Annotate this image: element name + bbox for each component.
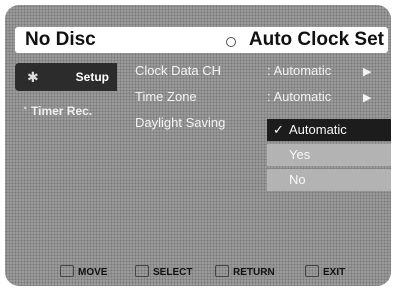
dropdown-option-yes[interactable]: Yes xyxy=(267,144,391,166)
hint-return: RETURN xyxy=(215,265,275,278)
hint-move: MOVE xyxy=(60,265,107,278)
setting-label-time-zone[interactable]: Time Zone xyxy=(135,89,197,104)
setting-value-clock-data-ch[interactable]: : Automatic xyxy=(267,63,331,78)
disc-status: No Disc xyxy=(25,29,96,50)
select-icon xyxy=(135,265,149,277)
setting-label-daylight-saving[interactable]: Daylight Saving xyxy=(135,115,225,130)
gear-icon: ✱ xyxy=(27,69,39,85)
title-bar: No Disc Auto Clock Set xyxy=(15,27,388,53)
page-title: Auto Clock Set xyxy=(248,29,384,50)
setting-label-clock-data-ch[interactable]: Clock Data CH xyxy=(135,63,221,78)
sidebar-item-label: Setup xyxy=(75,70,109,84)
return-icon xyxy=(215,265,229,277)
dropdown-option-no[interactable]: No xyxy=(267,169,391,191)
check-icon: ✓ xyxy=(273,122,284,137)
exit-icon xyxy=(305,265,319,277)
chevron-right-icon: ▶ xyxy=(363,66,372,78)
sidebar-item-setup[interactable]: ✱ Setup xyxy=(15,63,117,91)
button-hint-bar: MOVE SELECT RETURN EXIT xyxy=(35,260,375,280)
timer-icon: ◔ xyxy=(21,103,28,115)
move-icon xyxy=(60,265,74,277)
chevron-right-icon: ▶ xyxy=(363,92,372,104)
hint-select: SELECT xyxy=(135,265,192,278)
menu-screen: No Disc Auto Clock Set ✱ Setup ◔ Timer R… xyxy=(5,5,391,286)
hint-exit: EXIT xyxy=(305,265,345,278)
sidebar-item-label: Timer Rec. xyxy=(31,104,93,118)
clock-icon xyxy=(226,37,236,47)
dropdown-option-automatic[interactable]: ✓ Automatic xyxy=(267,119,391,141)
sidebar-item-timer-rec[interactable]: ◔ Timer Rec. xyxy=(15,97,117,125)
setting-value-time-zone[interactable]: : Automatic xyxy=(267,89,331,104)
daylight-saving-dropdown[interactable]: ✓ Automatic Yes No xyxy=(267,119,391,195)
